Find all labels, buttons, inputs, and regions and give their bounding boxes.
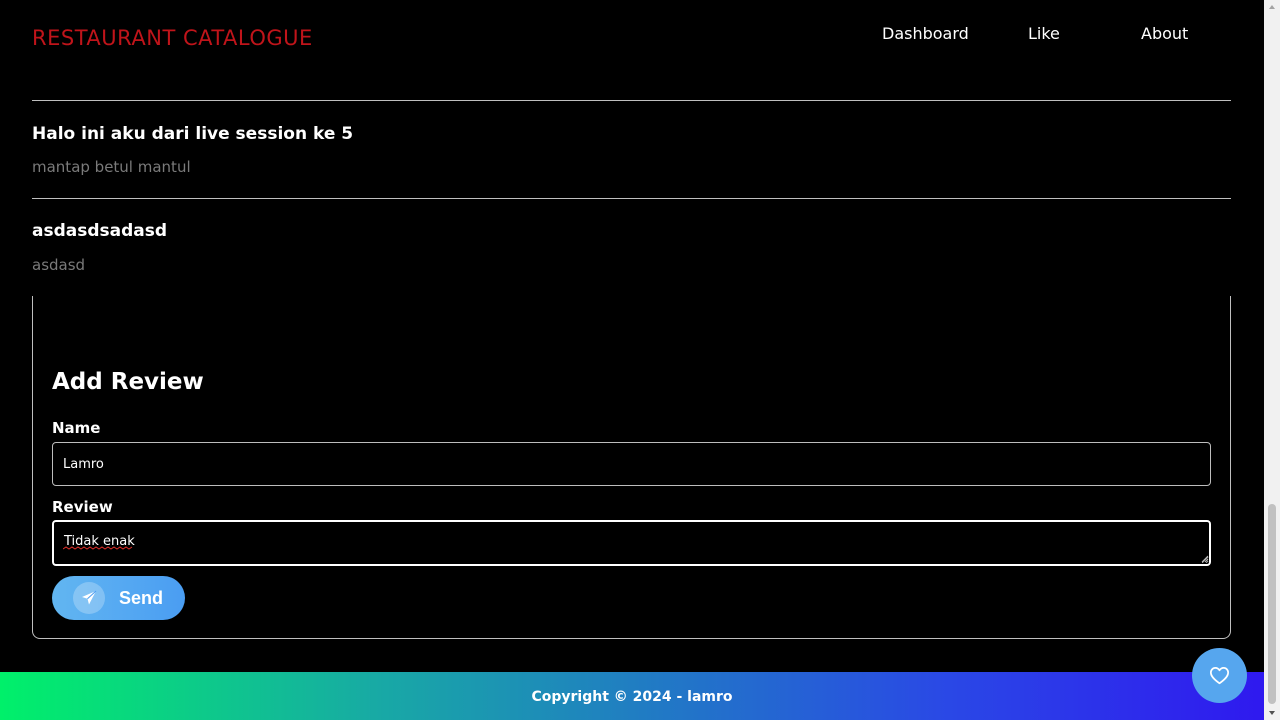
scroll-up-icon[interactable] (1268, 4, 1276, 10)
send-icon (73, 582, 105, 614)
scroll-down-icon[interactable] (1268, 710, 1276, 716)
footer-copyright: Copyright © 2024 - lamro (531, 689, 733, 705)
review-textarea[interactable]: Tidak enak (52, 520, 1211, 566)
review-text: mantap betul mantul (32, 158, 191, 176)
divider (32, 100, 1231, 101)
footer: Copyright © 2024 - lamro (0, 672, 1264, 720)
review-author: Halo ini aku dari live session ke 5 (32, 124, 354, 144)
divider (32, 198, 1231, 199)
scrollbar-thumb[interactable] (1268, 504, 1276, 704)
name-label: Name (52, 419, 101, 437)
spellcheck-underline (63, 546, 133, 550)
nav-about[interactable]: About (1141, 24, 1188, 44)
nav-like[interactable]: Like (1028, 24, 1060, 44)
review-label: Review (52, 498, 113, 516)
app-viewport: RESTAURANT CATALOGUE Dashboard Like Abou… (0, 0, 1280, 720)
name-input[interactable] (52, 442, 1211, 486)
form-title: Add Review (52, 369, 204, 395)
heart-icon (1210, 667, 1229, 685)
brand-title[interactable]: RESTAURANT CATALOGUE (32, 26, 313, 50)
send-button-label: Send (119, 588, 164, 608)
nav-dashboard[interactable]: Dashboard (882, 24, 969, 44)
like-fab-button[interactable] (1192, 648, 1247, 703)
review-text: asdasd (32, 256, 86, 274)
review-author: asdasdsadasd (32, 221, 168, 241)
resize-handle-icon[interactable] (1201, 555, 1209, 563)
send-button[interactable]: Send (52, 576, 185, 620)
